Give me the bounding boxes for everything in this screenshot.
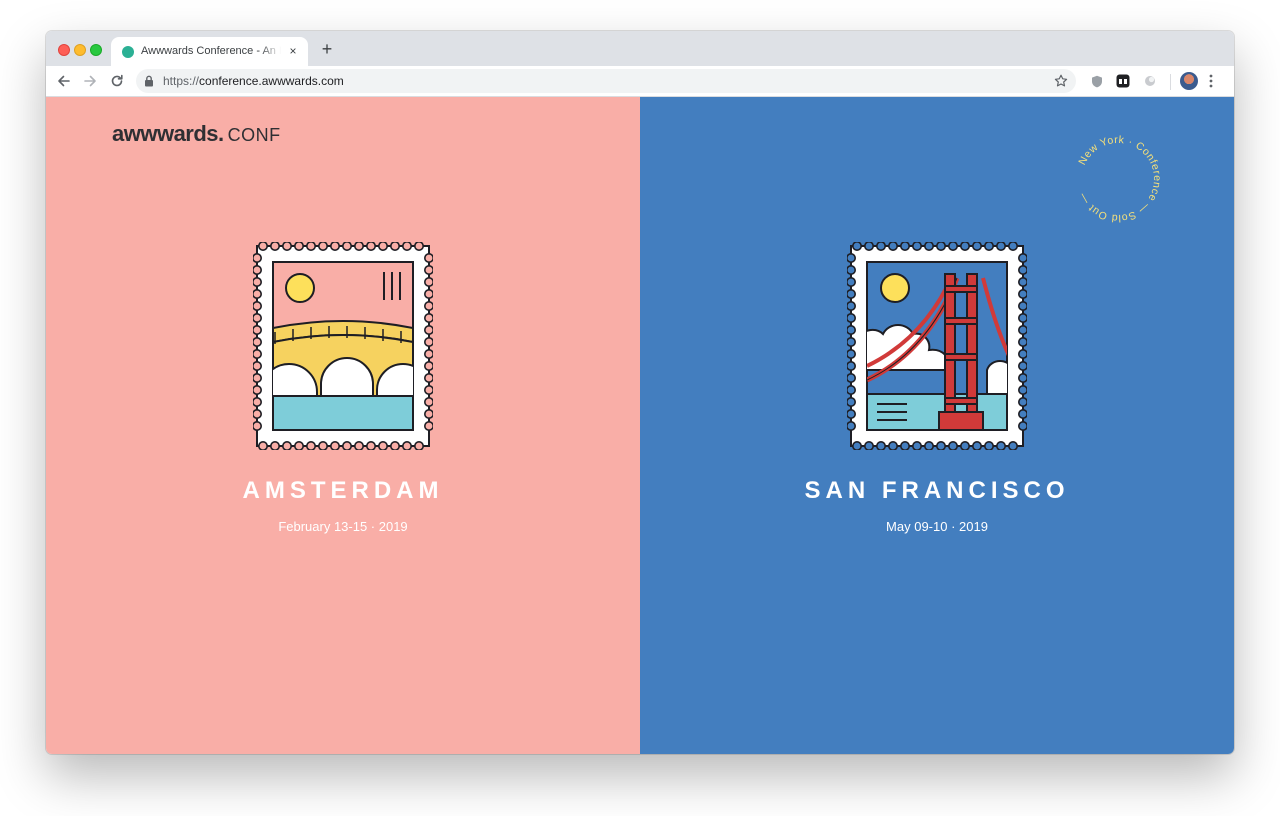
badge-text: New York · Conference — Sold Out — [1076,134,1163,224]
tab-strip: Awwwards Conference - An Event for Web D… [46,31,1234,66]
awwwards-favicon-icon [122,46,134,58]
bookmark-star-icon[interactable] [1054,74,1068,88]
forward-arrow-icon [84,75,96,87]
back-arrow-icon [58,75,70,87]
tab-title: Awwwards Conference - An Event for Web D… [141,45,281,57]
circle-extension-icon[interactable] [1142,73,1158,89]
event-date-amsterdam: February 13-15 · 2019 [278,519,408,534]
amsterdam-bridge-stamp-icon [253,242,433,450]
browser-toolbar: https://conference.awwwards.com [46,66,1234,97]
event-city-san-francisco[interactable]: SAN FRANCISCO [640,477,1234,505]
forward-button[interactable] [81,72,99,90]
maximize-window-button[interactable] [90,44,102,56]
close-window-button[interactable] [58,44,70,56]
tab-close-icon[interactable]: × [286,44,300,58]
minimize-window-button[interactable] [74,44,86,56]
url-text: https://conference.awwwards.com [163,74,344,88]
logo-suffix: CONF [227,125,281,145]
tab-extension-icon[interactable] [1115,73,1131,89]
url-scheme: https:// [163,74,200,88]
toolbar-separator [1170,74,1171,90]
golden-gate-bridge-stamp-icon [847,242,1027,450]
back-button[interactable] [55,72,73,90]
url-host: conference.awwwards.com [199,74,344,88]
awwwards-conf-logo[interactable]: awwwards. CONF [112,121,281,147]
event-panel-amsterdam[interactable]: awwwards. CONF AMSTERDAM February 13-15 … [46,97,640,754]
reload-button[interactable] [108,72,126,90]
browser-tab-active[interactable]: Awwwards Conference - An Event for Web D… [111,37,308,66]
page-content: awwwards. CONF AMSTERDAM February 13-15 … [46,97,1234,754]
event-city-amsterdam[interactable]: AMSTERDAM [46,477,640,505]
lock-icon [145,75,153,87]
shield-extension-icon[interactable] [1089,73,1105,89]
logo-brand: awwwards. [112,121,224,146]
kebab-menu-icon[interactable] [1209,74,1213,88]
event-panel-san-francisco[interactable]: New York · Conference — Sold Out — SAN F… [640,97,1234,754]
event-date-san-francisco: May 09-10 · 2019 [886,519,988,534]
new-tab-button[interactable]: + [318,40,336,58]
address-bar[interactable]: https://conference.awwwards.com [136,69,1076,93]
profile-avatar[interactable] [1180,72,1198,90]
sold-out-badge: New York · Conference — Sold Out — [1076,134,1163,224]
browser-window: Awwwards Conference - An Event for Web D… [46,31,1234,754]
reload-icon [111,74,123,87]
